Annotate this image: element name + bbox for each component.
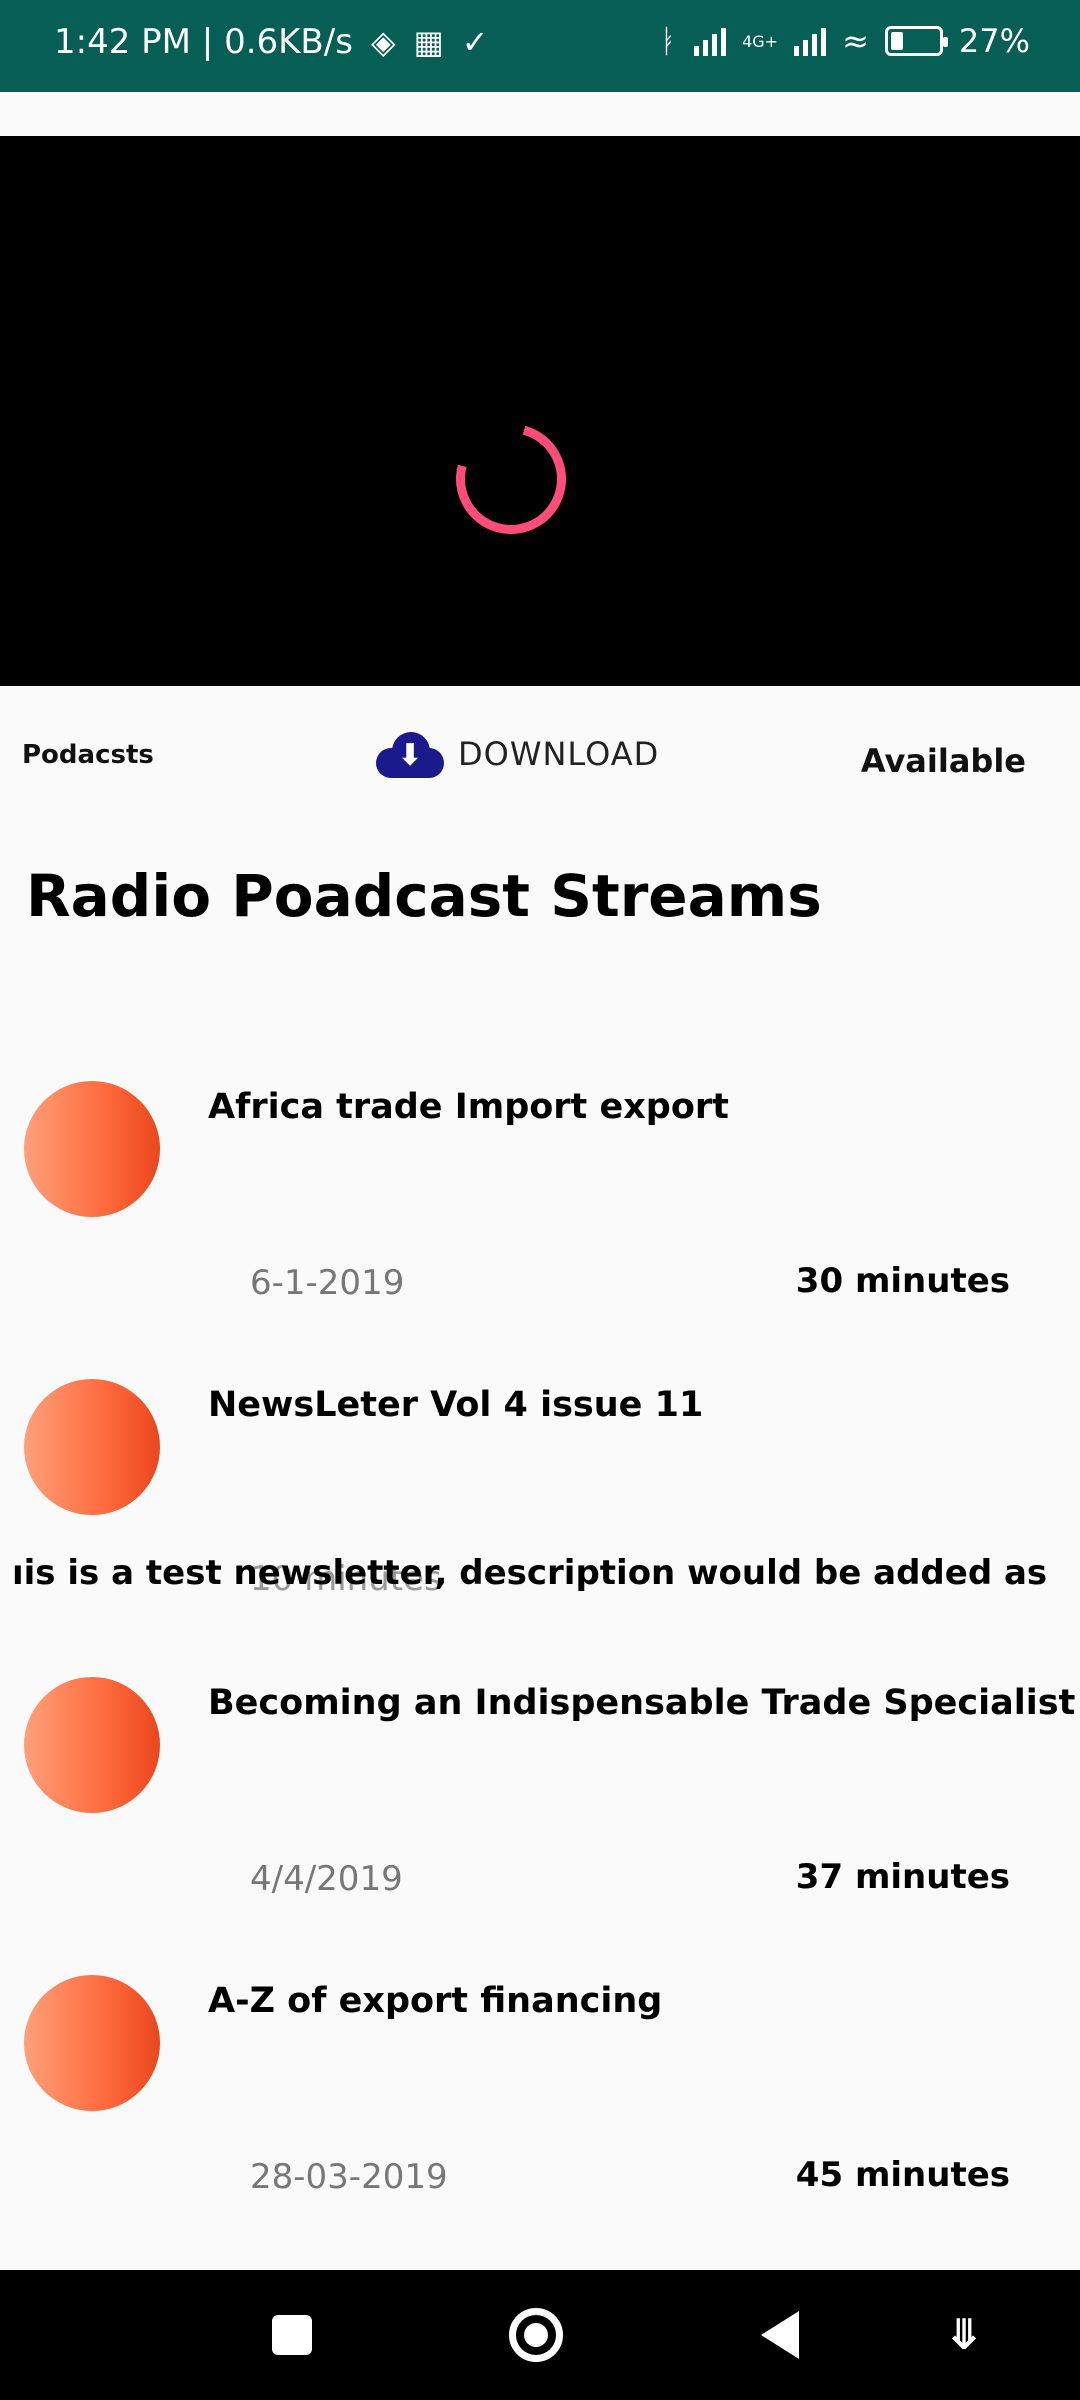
cloud-download-icon: ⬇ <box>376 730 444 778</box>
episode-date: 4/4/2019 <box>250 1859 403 1899</box>
episode-avatar <box>24 1081 160 1217</box>
episode-date: 6-1-2019 <box>250 1263 405 1303</box>
battery-icon <box>884 26 948 56</box>
square-icon <box>272 2315 312 2355</box>
episode-duration: 45 minutes <box>795 2155 1010 2195</box>
tab-podcasts[interactable]: Podacsts <box>22 740 154 770</box>
tab-available[interactable]: Available <box>861 742 1026 780</box>
episode-item[interactable]: A-Z of export financing 28-03-2019 45 mi… <box>0 1975 1080 2265</box>
episode-title: NewsLeter Vol 4 issue 11 <box>208 1385 704 1425</box>
signal-icon <box>694 26 727 56</box>
episode-item[interactable]: Becoming an Indispensable Trade Speciali… <box>0 1677 1080 1967</box>
network-type: 4G+ <box>742 31 779 51</box>
battery-percent: 27% <box>958 22 1030 60</box>
trash-icon: ▦ <box>413 23 444 61</box>
episode-title: Becoming an Indispensable Trade Speciali… <box>208 1683 1080 1723</box>
episode-title: Africa trade Import export <box>208 1087 729 1127</box>
download-label: DOWNLOAD <box>458 735 660 773</box>
home-button[interactable] <box>496 2300 576 2370</box>
page-title: Radio Poadcast Streams <box>26 862 822 930</box>
bluetooth-icon: ᛓ <box>658 22 679 60</box>
recents-button[interactable] <box>252 2300 332 2370</box>
episode-avatar <box>24 1379 160 1515</box>
wifi-icon: ≈ <box>842 22 869 60</box>
episode-item[interactable]: Africa trade Import export 6-1-2019 30 m… <box>0 1081 1080 1371</box>
navigation-bar: ⤋ <box>0 2270 1080 2400</box>
episode-avatar <box>24 1677 160 1813</box>
download-button[interactable]: ⬇ DOWNLOAD <box>376 726 659 782</box>
chevron-down-icon: ⤋ <box>946 2310 982 2359</box>
video-player[interactable] <box>0 136 1080 686</box>
status-bar: 1:42 PM | 0.6KB/s ◈ ▦ ✓ ᛓ 4G+ ≈ 27% <box>0 0 1080 92</box>
signal-icon-2 <box>794 26 827 56</box>
episode-date: 28-03-2019 <box>250 2157 448 2197</box>
episode-item[interactable]: NewsLeter Vol 4 issue 11 10 minutes ıis … <box>0 1379 1080 1669</box>
checkmark-icon: ✓ <box>461 23 489 61</box>
game-controller-icon: ◈ <box>370 23 396 61</box>
episode-description: ıis is a test newsletter, description wo… <box>12 1553 1048 1593</box>
back-triangle-icon <box>761 2311 799 2359</box>
status-time: 1:42 PM | 0.6KB/s <box>54 22 353 62</box>
episode-title: A-Z of export financing <box>208 1981 663 2021</box>
assist-button[interactable]: ⤋ <box>924 2300 1004 2370</box>
episode-duration: 30 minutes <box>795 1261 1010 1301</box>
home-circle-icon <box>509 2308 563 2362</box>
episode-avatar <box>24 1975 160 2111</box>
back-button[interactable] <box>740 2300 820 2370</box>
episode-duration: 37 minutes <box>795 1857 1010 1897</box>
